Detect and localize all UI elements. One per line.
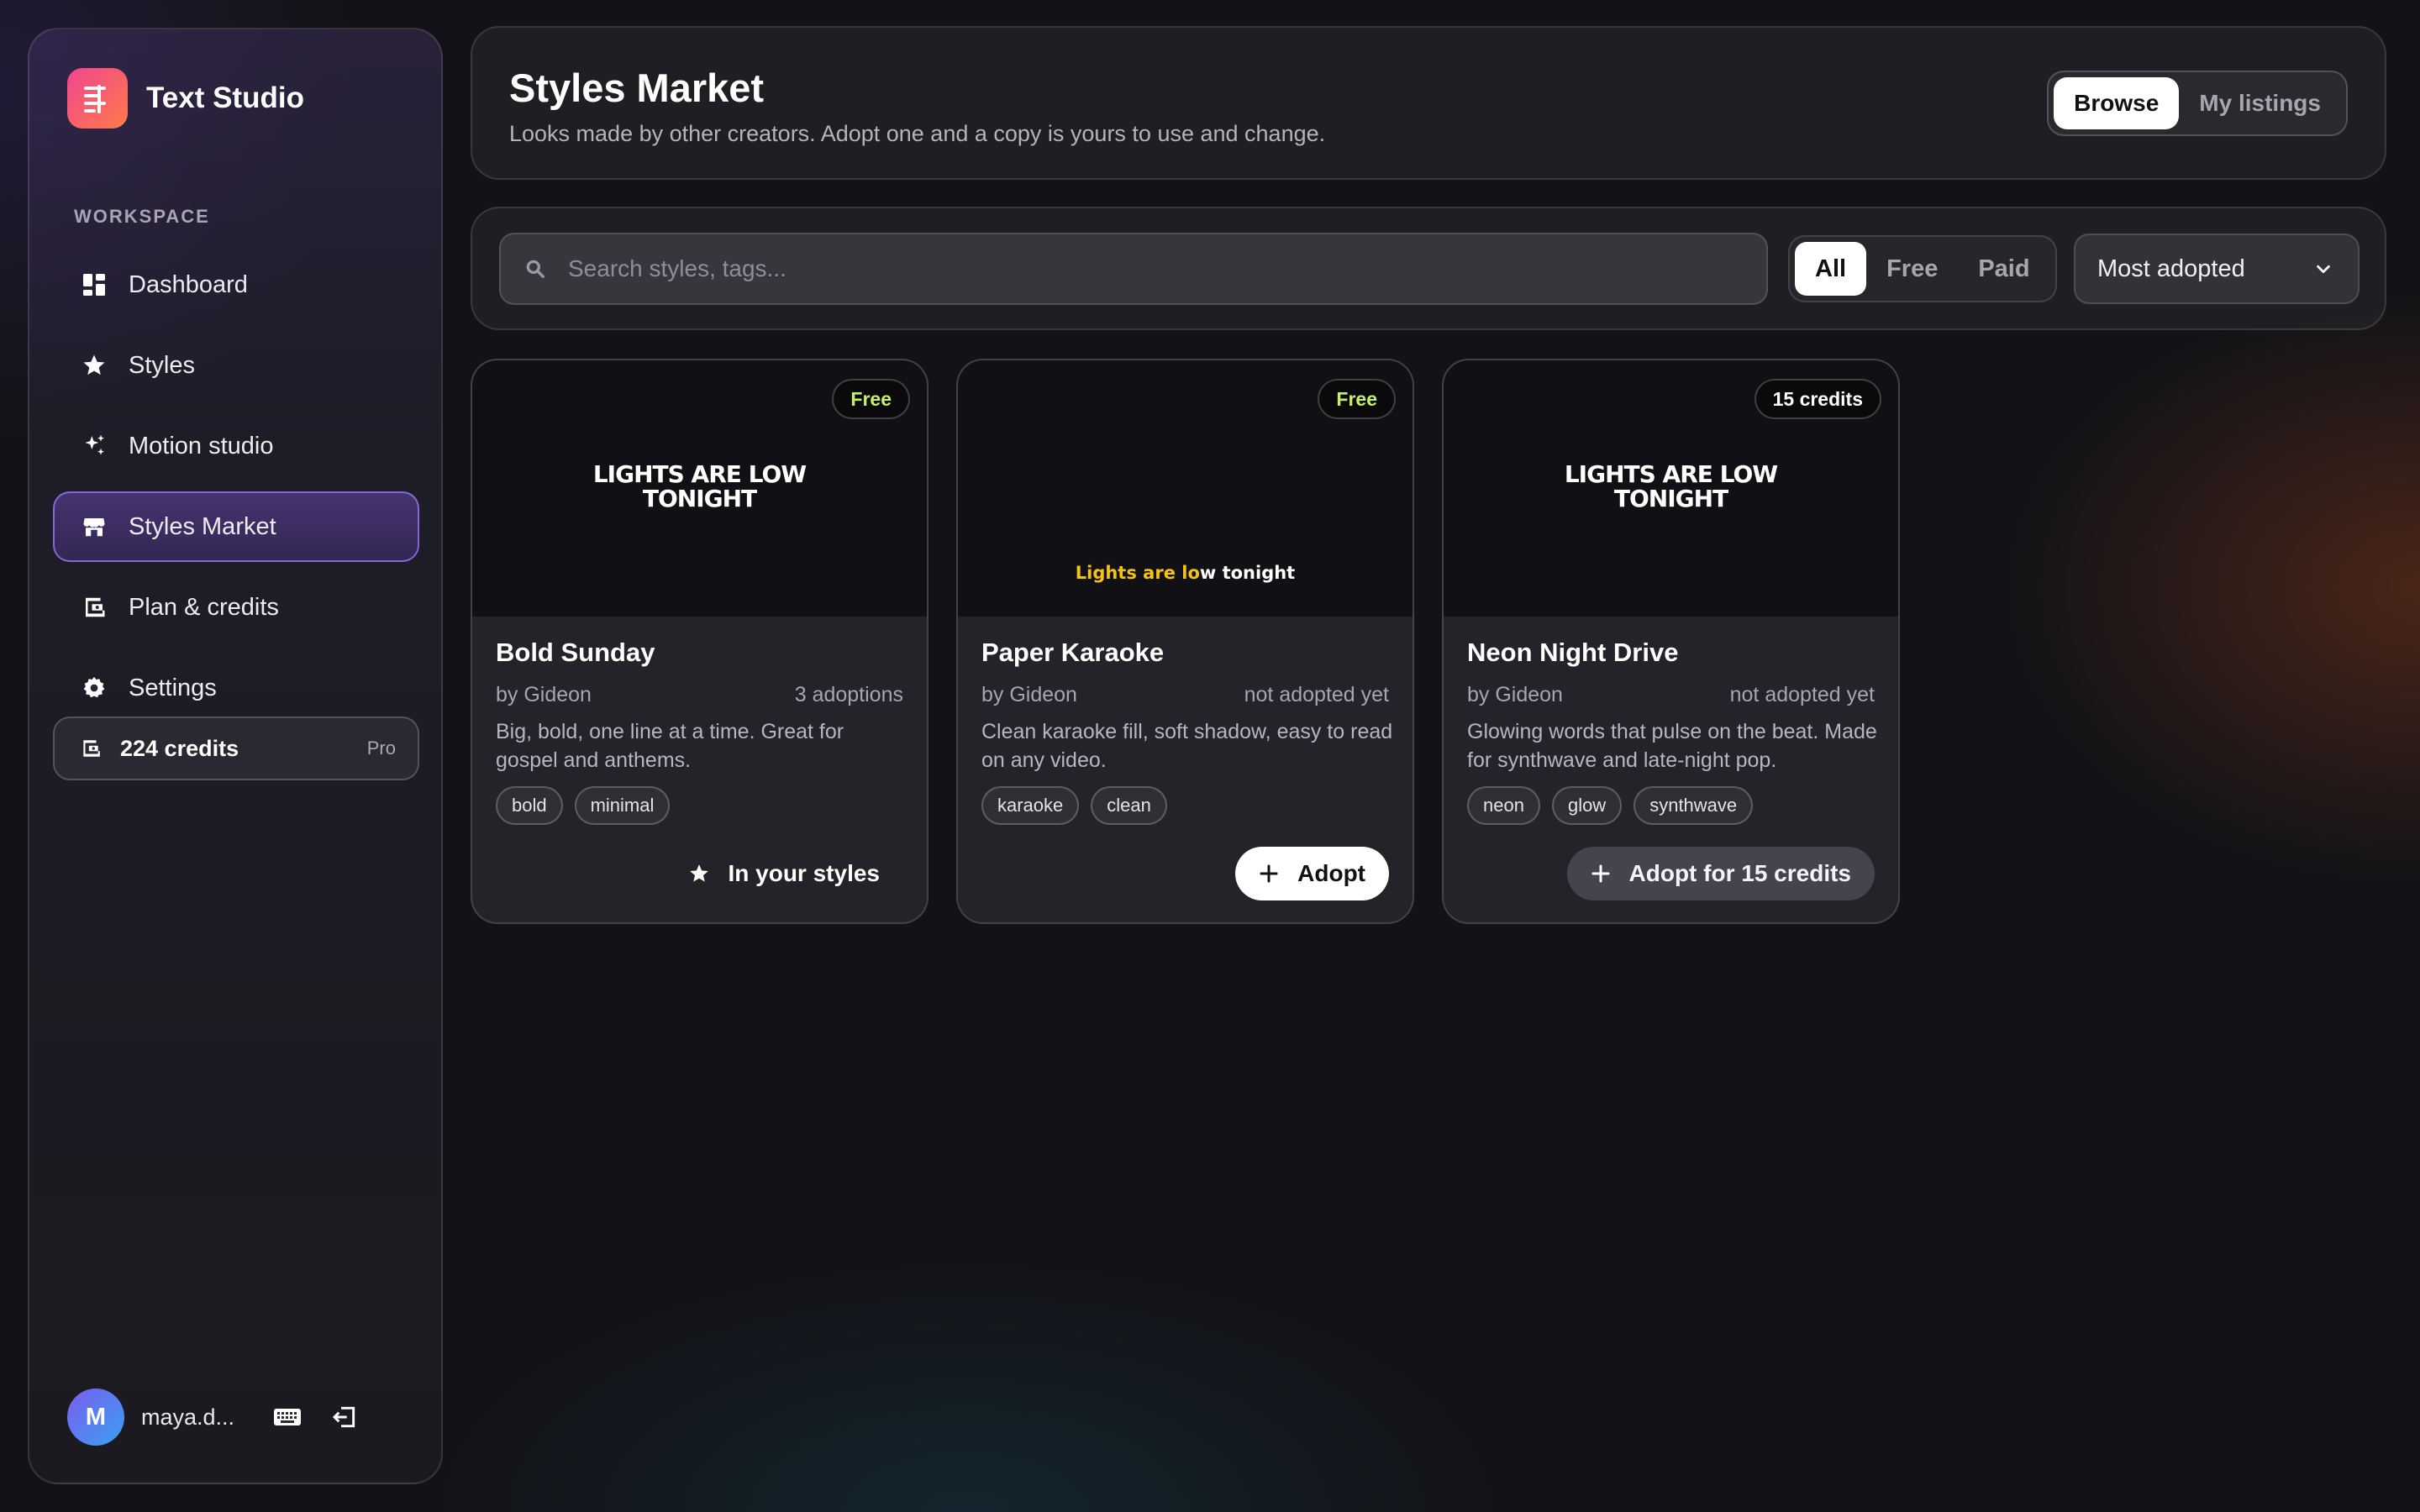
credits-balance[interactable]: 224 credits Pro bbox=[53, 717, 419, 780]
keyboard-icon[interactable] bbox=[267, 1397, 308, 1437]
user-row: M maya.d... bbox=[67, 1389, 365, 1446]
sidebar-nav: Dashboard Styles Motion studio Styles Ma… bbox=[53, 249, 419, 733]
card-adoptions: not adopted yet bbox=[1244, 683, 1389, 706]
style-card-paper-karaoke[interactable]: Free Lights are low tonight Paper Karaok… bbox=[956, 359, 1414, 924]
sidebar-item-label: Dashboard bbox=[129, 270, 248, 298]
sidebar-item-label: Styles Market bbox=[129, 512, 276, 540]
workspace-section-label: WORKSPACE bbox=[74, 206, 210, 227]
style-preview: Free Lights are low tonight bbox=[958, 360, 1413, 617]
text-studio-logo-icon bbox=[67, 68, 128, 129]
tag[interactable]: minimal bbox=[574, 786, 671, 825]
tag[interactable]: clean bbox=[1091, 786, 1167, 825]
price-filter: All Free Paid bbox=[1788, 235, 2057, 302]
sidebar: Text Studio WORKSPACE Dashboard Styles M… bbox=[28, 28, 443, 1484]
avatar[interactable]: M bbox=[67, 1389, 124, 1446]
sidebar-item-plan-credits[interactable]: Plan & credits bbox=[53, 572, 419, 643]
card-title: Neon Night Drive bbox=[1467, 638, 1679, 667]
price-badge: Free bbox=[1318, 379, 1396, 419]
filter-free[interactable]: Free bbox=[1866, 242, 1958, 296]
sidebar-item-motion-studio[interactable]: Motion studio bbox=[53, 411, 419, 481]
credits-amount: 224 credits bbox=[120, 735, 239, 761]
tag[interactable]: karaoke bbox=[981, 786, 1080, 825]
dashboard-icon bbox=[80, 270, 108, 299]
page-title: Styles Market bbox=[509, 66, 765, 110]
style-card-bold-sunday[interactable]: Free LIGHTS ARE LOW TONIGHT Bold Sunday … bbox=[471, 359, 929, 924]
adopt-for-credits-button[interactable]: Adopt for 15 credits bbox=[1566, 847, 1875, 900]
price-badge: Free bbox=[832, 379, 910, 419]
preview-text: Lights are low tonight bbox=[1075, 563, 1296, 583]
sidebar-item-label: Settings bbox=[129, 674, 217, 701]
sort-select[interactable]: Most adopted bbox=[2074, 234, 2360, 304]
sidebar-item-label: Plan & credits bbox=[129, 593, 279, 621]
filter-all[interactable]: All bbox=[1795, 242, 1867, 296]
tag[interactable]: synthwave bbox=[1634, 786, 1754, 825]
card-description: Clean karaoke fill, soft shadow, easy to… bbox=[981, 720, 1393, 772]
wallet-icon bbox=[78, 736, 103, 761]
view-toggle: Browse My listings bbox=[2047, 71, 2348, 136]
storefront-icon bbox=[80, 512, 108, 541]
wallet-icon bbox=[80, 593, 108, 622]
price-badge: 15 credits bbox=[1754, 379, 1881, 419]
in-your-styles-status: In your styles bbox=[666, 847, 903, 900]
tag[interactable]: neon bbox=[1467, 786, 1540, 825]
username: maya.d... bbox=[141, 1404, 235, 1430]
chevron-down-icon bbox=[2311, 256, 2336, 281]
tab-browse[interactable]: Browse bbox=[2054, 77, 2180, 129]
tab-my-listings[interactable]: My listings bbox=[2179, 77, 2341, 129]
card-description: Glowing words that pulse on the beat. Ma… bbox=[1467, 720, 1877, 772]
sort-label: Most adopted bbox=[2097, 255, 2245, 282]
gear-icon bbox=[80, 674, 108, 702]
sidebar-item-dashboard[interactable]: Dashboard bbox=[53, 249, 419, 320]
sidebar-item-styles[interactable]: Styles bbox=[53, 330, 419, 401]
card-author: by Gideon bbox=[496, 683, 592, 706]
card-title: Bold Sunday bbox=[496, 638, 655, 667]
card-title: Paper Karaoke bbox=[981, 638, 1165, 667]
tag[interactable]: bold bbox=[496, 786, 563, 825]
sidebar-item-label: Motion studio bbox=[129, 432, 274, 459]
style-preview: Free LIGHTS ARE LOW TONIGHT bbox=[472, 360, 927, 617]
brand[interactable]: Text Studio bbox=[67, 68, 304, 129]
card-author: by Gideon bbox=[981, 683, 1077, 706]
page-subtitle: Looks made by other creators. Adopt one … bbox=[509, 121, 1326, 146]
card-description: Big, bold, one line at a time. Great for… bbox=[496, 720, 844, 772]
logout-icon[interactable] bbox=[324, 1397, 365, 1437]
adopt-button[interactable]: Adopt bbox=[1235, 847, 1389, 900]
plus-icon bbox=[1589, 862, 1612, 885]
sidebar-item-styles-market[interactable]: Styles Market bbox=[53, 491, 419, 562]
plan-badge: Pro bbox=[366, 738, 396, 759]
app-name: Text Studio bbox=[146, 81, 304, 114]
style-card-neon-night-drive[interactable]: 15 credits LIGHTS ARE LOW TONIGHT Neon N… bbox=[1442, 359, 1900, 924]
page-header: Styles Market Looks made by other creato… bbox=[471, 26, 2386, 180]
card-adoptions: 3 adoptions bbox=[794, 683, 903, 706]
tag[interactable]: glow bbox=[1551, 786, 1623, 825]
search-box[interactable] bbox=[499, 233, 1768, 305]
style-preview: 15 credits LIGHTS ARE LOW TONIGHT bbox=[1444, 360, 1898, 617]
search-input[interactable] bbox=[566, 255, 1743, 283]
sparkles-icon bbox=[80, 432, 108, 460]
search-icon bbox=[523, 256, 548, 281]
tag-list: bold minimal bbox=[496, 786, 681, 825]
star-icon bbox=[687, 862, 711, 885]
filter-paid[interactable]: Paid bbox=[1958, 242, 2049, 296]
sidebar-item-settings[interactable]: Settings bbox=[53, 653, 419, 723]
tag-list: neon glow synthwave bbox=[1467, 786, 1765, 825]
filter-bar: All Free Paid Most adopted bbox=[471, 207, 2386, 330]
sidebar-item-label: Styles bbox=[129, 351, 195, 379]
card-author: by Gideon bbox=[1467, 683, 1563, 706]
preview-text: LIGHTS ARE LOW TONIGHT bbox=[1564, 460, 1778, 512]
plus-icon bbox=[1257, 862, 1281, 885]
card-adoptions: not adopted yet bbox=[1729, 683, 1875, 706]
tag-list: karaoke clean bbox=[981, 786, 1179, 825]
preview-text: LIGHTS ARE LOW TONIGHT bbox=[592, 460, 807, 512]
star-icon bbox=[80, 351, 108, 380]
